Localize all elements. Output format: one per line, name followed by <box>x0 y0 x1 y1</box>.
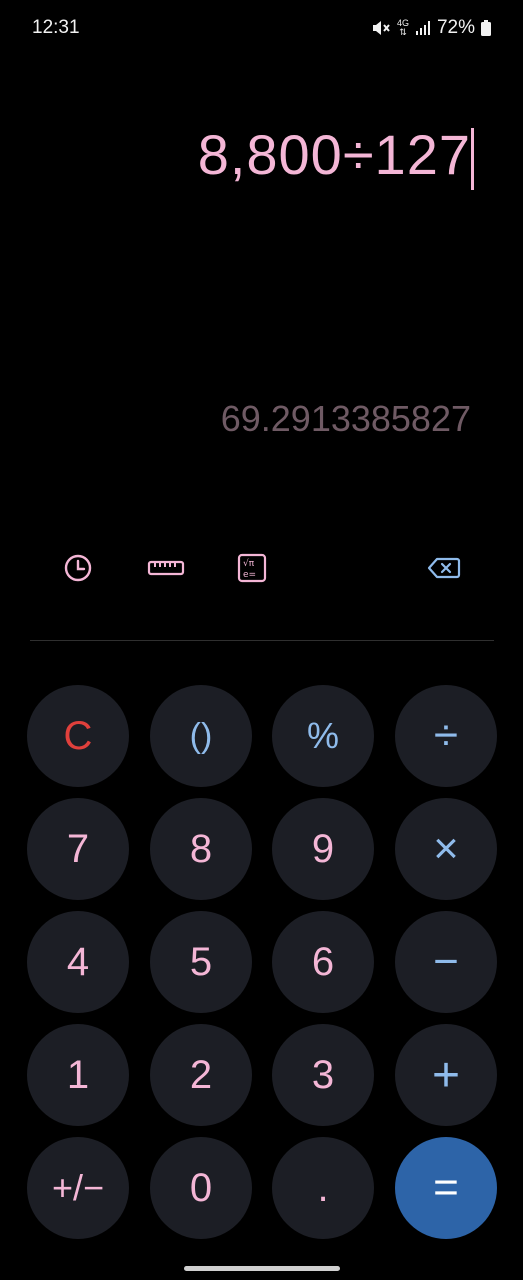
equals-button[interactable]: = <box>395 1137 497 1239</box>
status-time: 12:31 <box>32 17 80 38</box>
mute-icon <box>371 19 391 37</box>
digit-6-button[interactable]: 6 <box>272 911 374 1013</box>
svg-text:√π: √π <box>243 558 255 569</box>
status-bar: 12:31 4G ⇅ 72% <box>0 0 523 56</box>
digit-8-button[interactable]: 8 <box>150 798 252 900</box>
battery-icon <box>481 20 491 36</box>
svg-text:e=: e= <box>243 570 256 580</box>
digit-1-button[interactable]: 1 <box>27 1024 129 1126</box>
sign-toggle-button[interactable]: +/− <box>27 1137 129 1239</box>
divide-button[interactable]: ÷ <box>395 685 497 787</box>
percent-button[interactable]: % <box>272 685 374 787</box>
parentheses-button[interactable]: () <box>150 685 252 787</box>
scientific-icon[interactable]: √π e= <box>232 548 272 588</box>
divider <box>30 640 494 641</box>
subtract-button[interactable]: − <box>395 911 497 1013</box>
add-button[interactable]: + <box>395 1024 497 1126</box>
digit-9-button[interactable]: 9 <box>272 798 374 900</box>
digit-2-button[interactable]: 2 <box>150 1024 252 1126</box>
home-indicator[interactable] <box>184 1266 340 1271</box>
status-icons: 4G ⇅ 72% <box>371 17 491 39</box>
digit-7-button[interactable]: 7 <box>27 798 129 900</box>
backspace-icon[interactable] <box>424 548 464 588</box>
digit-0-button[interactable]: 0 <box>150 1137 252 1239</box>
digit-5-button[interactable]: 5 <box>150 911 252 1013</box>
clear-button[interactable]: C <box>27 685 129 787</box>
text-cursor <box>471 128 474 190</box>
signal-icon <box>415 20 431 36</box>
battery-percent: 72% <box>436 17 475 38</box>
result-preview: 69.2913385827 <box>220 398 471 439</box>
expression-display[interactable]: 8,800÷127 <box>198 122 471 187</box>
ruler-icon[interactable] <box>146 548 186 588</box>
network-type-label: 4G <box>396 18 409 28</box>
history-icon[interactable] <box>58 548 98 588</box>
4g-icon: 4G ⇅ <box>396 18 409 37</box>
multiply-button[interactable]: × <box>395 798 497 900</box>
decimal-button[interactable]: . <box>272 1137 374 1239</box>
digit-4-button[interactable]: 4 <box>27 911 129 1013</box>
digit-3-button[interactable]: 3 <box>272 1024 374 1126</box>
